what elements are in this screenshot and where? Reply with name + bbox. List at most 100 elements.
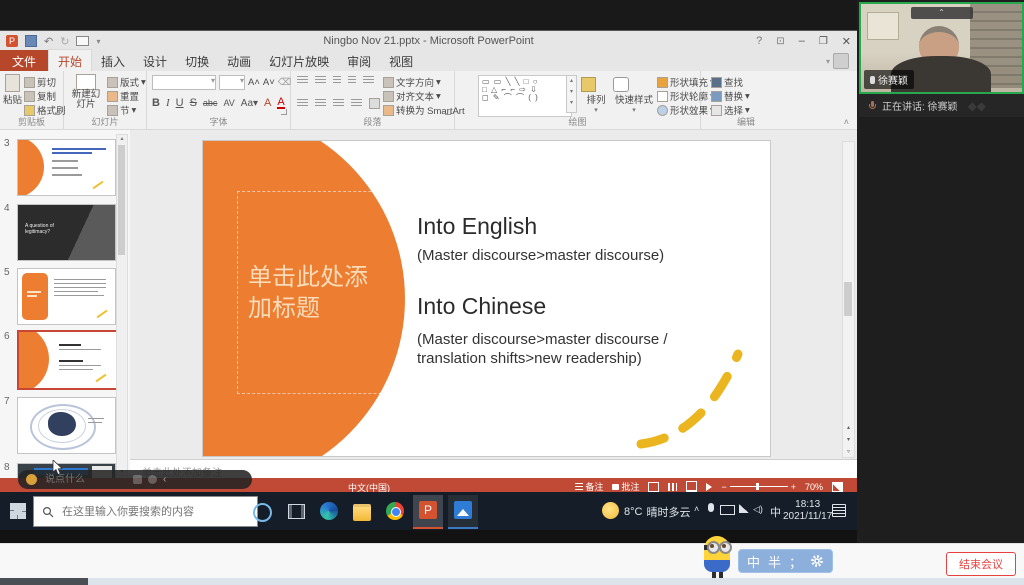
ribbon-options-icon[interactable]: ⊡	[776, 36, 784, 47]
collapse-video-icon[interactable]: ⌃	[911, 7, 973, 19]
tray-battery-icon[interactable]	[720, 505, 735, 515]
change-case-button[interactable]: Aa▾	[241, 98, 258, 109]
photos-app-icon[interactable]	[448, 495, 478, 529]
collapse-quickchat-icon[interactable]: ‹	[163, 474, 166, 485]
task-view-icon[interactable]	[288, 504, 305, 519]
slideshow-from-here-icon[interactable]: ▿	[843, 448, 854, 455]
weather-icon[interactable]	[602, 502, 619, 519]
highlight-button[interactable]: A	[264, 97, 271, 109]
font-size-combobox[interactable]: ▾	[219, 75, 245, 90]
zoom-level[interactable]: 70%	[805, 482, 823, 492]
zoom-slider[interactable]: − +	[721, 482, 796, 492]
shrink-font-button[interactable]: A˅	[263, 77, 275, 88]
bold-button[interactable]: B	[152, 97, 160, 109]
ime-status-bar[interactable]: 中 半 ；	[738, 549, 833, 573]
font-dialog-launcher[interactable]	[281, 109, 287, 115]
speaker-video-tile[interactable]: ⌃ 徐赛颖	[859, 2, 1024, 94]
justify-icon[interactable]	[351, 99, 362, 108]
slide-thumbnail[interactable]	[17, 397, 116, 454]
text-direction-button[interactable]: 文字方向 ▾	[383, 75, 441, 89]
tray-expand-icon[interactable]: ˄	[694, 504, 699, 514]
char-spacing-button[interactable]: AV	[223, 98, 234, 108]
thumbsup-icon[interactable]	[133, 475, 142, 484]
close-icon[interactable]: ✕	[842, 35, 851, 48]
edge-icon[interactable]	[320, 502, 338, 520]
find-button[interactable]: 查找	[711, 75, 743, 89]
italic-button[interactable]: I	[166, 97, 170, 109]
quick-styles-button[interactable]: 快速样式 ▾	[613, 77, 655, 114]
decrease-indent-icon[interactable]	[333, 76, 341, 85]
increase-indent-icon[interactable]	[348, 76, 356, 85]
ime-punctuation[interactable]: ；	[789, 552, 802, 571]
align-text-button[interactable]: 对齐文本 ▾	[383, 89, 441, 103]
next-slide-icon[interactable]: ▾	[843, 436, 854, 443]
clipboard-dialog-launcher[interactable]	[54, 109, 60, 115]
zoom-out-icon[interactable]: −	[721, 482, 726, 492]
shapes-gallery[interactable]: ▭ ▭ ╲ ╲ □ ○ □ △ ⌐ ⌐ ⇨ ⇩ ◻ ✎ ⌒ ⌒ ( )	[478, 75, 572, 117]
abc-spacing-button[interactable]: abc	[203, 98, 218, 108]
arrange-button[interactable]: 排列 ▾	[581, 77, 611, 114]
slide-thumbnail[interactable]	[17, 268, 116, 325]
tray-ime-indicator[interactable]: 中	[770, 504, 781, 520]
chrome-icon[interactable]	[386, 502, 404, 520]
replace-button[interactable]: 替换 ▾	[711, 89, 750, 103]
view-normal-icon[interactable]	[648, 482, 659, 492]
grow-font-button[interactable]: A˄	[248, 77, 260, 88]
columns-icon[interactable]	[369, 98, 380, 109]
prev-slide-icon[interactable]: ▴	[843, 424, 854, 431]
font-name-combobox[interactable]: ▾	[152, 75, 216, 90]
shapes-scroll[interactable]: ▴▾▾	[566, 75, 577, 113]
tab-file[interactable]: 文件	[0, 50, 48, 73]
signin-dropdown-icon[interactable]: ▾	[826, 57, 830, 66]
align-right-icon[interactable]	[333, 99, 344, 108]
align-left-icon[interactable]	[297, 99, 308, 108]
slide[interactable]: 单击此处添加标题 Into English (Master discourse>…	[203, 141, 770, 456]
tray-network-icon[interactable]	[739, 504, 749, 513]
tray-volume-icon[interactable]: ◁)	[753, 504, 763, 515]
ime-shape-half[interactable]: 半	[768, 552, 781, 571]
taskbar-search-box[interactable]	[33, 496, 258, 527]
tab-animations[interactable]: 动画	[218, 50, 260, 73]
layout-button[interactable]: 版式 ▾	[107, 75, 146, 89]
paste-button[interactable]: 粘贴	[3, 74, 22, 106]
tab-slideshow[interactable]: 幻灯片放映	[260, 50, 338, 73]
scroll-up-icon[interactable]: ▴	[117, 135, 127, 142]
tab-view[interactable]: 视图	[380, 50, 422, 73]
view-slideshow-icon[interactable]	[706, 483, 712, 491]
start-button[interactable]	[10, 503, 26, 519]
line-spacing-icon[interactable]	[363, 76, 374, 85]
tray-mic-icon[interactable]	[708, 503, 714, 512]
paragraph-dialog-launcher[interactable]	[445, 109, 451, 115]
cortana-icon[interactable]	[253, 503, 272, 522]
file-explorer-icon[interactable]	[353, 504, 371, 521]
cut-button[interactable]: 剪切	[24, 75, 56, 89]
underline-button[interactable]: U	[176, 97, 184, 109]
ime-mode-chinese[interactable]: 中	[747, 552, 760, 571]
slide-thumbnail[interactable]	[17, 139, 116, 196]
tab-insert[interactable]: 插入	[92, 50, 134, 73]
font-color-button[interactable]: A	[277, 98, 284, 109]
tab-design[interactable]: 设计	[134, 50, 176, 73]
slide-scrollbar[interactable]: ▴ ▾ ▿	[842, 141, 855, 458]
reset-button[interactable]: 重置	[107, 89, 139, 103]
align-center-icon[interactable]	[315, 99, 326, 108]
new-slide-button[interactable]: 新建幻灯片	[68, 74, 104, 110]
bullets-icon[interactable]	[297, 76, 308, 85]
powerpoint-taskbar-icon[interactable]: P	[413, 495, 443, 529]
taskbar-search-input[interactable]	[60, 505, 229, 519]
tab-transitions[interactable]: 切换	[176, 50, 218, 73]
help-icon[interactable]: ?	[756, 35, 762, 47]
emoji-icon[interactable]	[26, 474, 37, 485]
view-reading-icon[interactable]	[686, 481, 697, 493]
tab-home[interactable]: 开始	[48, 49, 92, 73]
clear-formatting-button[interactable]: ⌫	[278, 77, 291, 88]
end-meeting-button[interactable]: 结束会议	[946, 552, 1016, 576]
thumbnail-scrollbar[interactable]: ▴ ▾	[116, 134, 128, 476]
view-sorter-icon[interactable]	[668, 483, 677, 491]
weather-temp[interactable]: 8°C	[624, 506, 642, 518]
zoom-in-icon[interactable]: +	[791, 482, 796, 492]
strikethrough-button[interactable]: S	[190, 97, 197, 109]
minimize-icon[interactable]: –	[799, 35, 805, 47]
copy-button[interactable]: 复制	[24, 89, 56, 103]
restore-icon[interactable]: ❐	[819, 36, 828, 47]
